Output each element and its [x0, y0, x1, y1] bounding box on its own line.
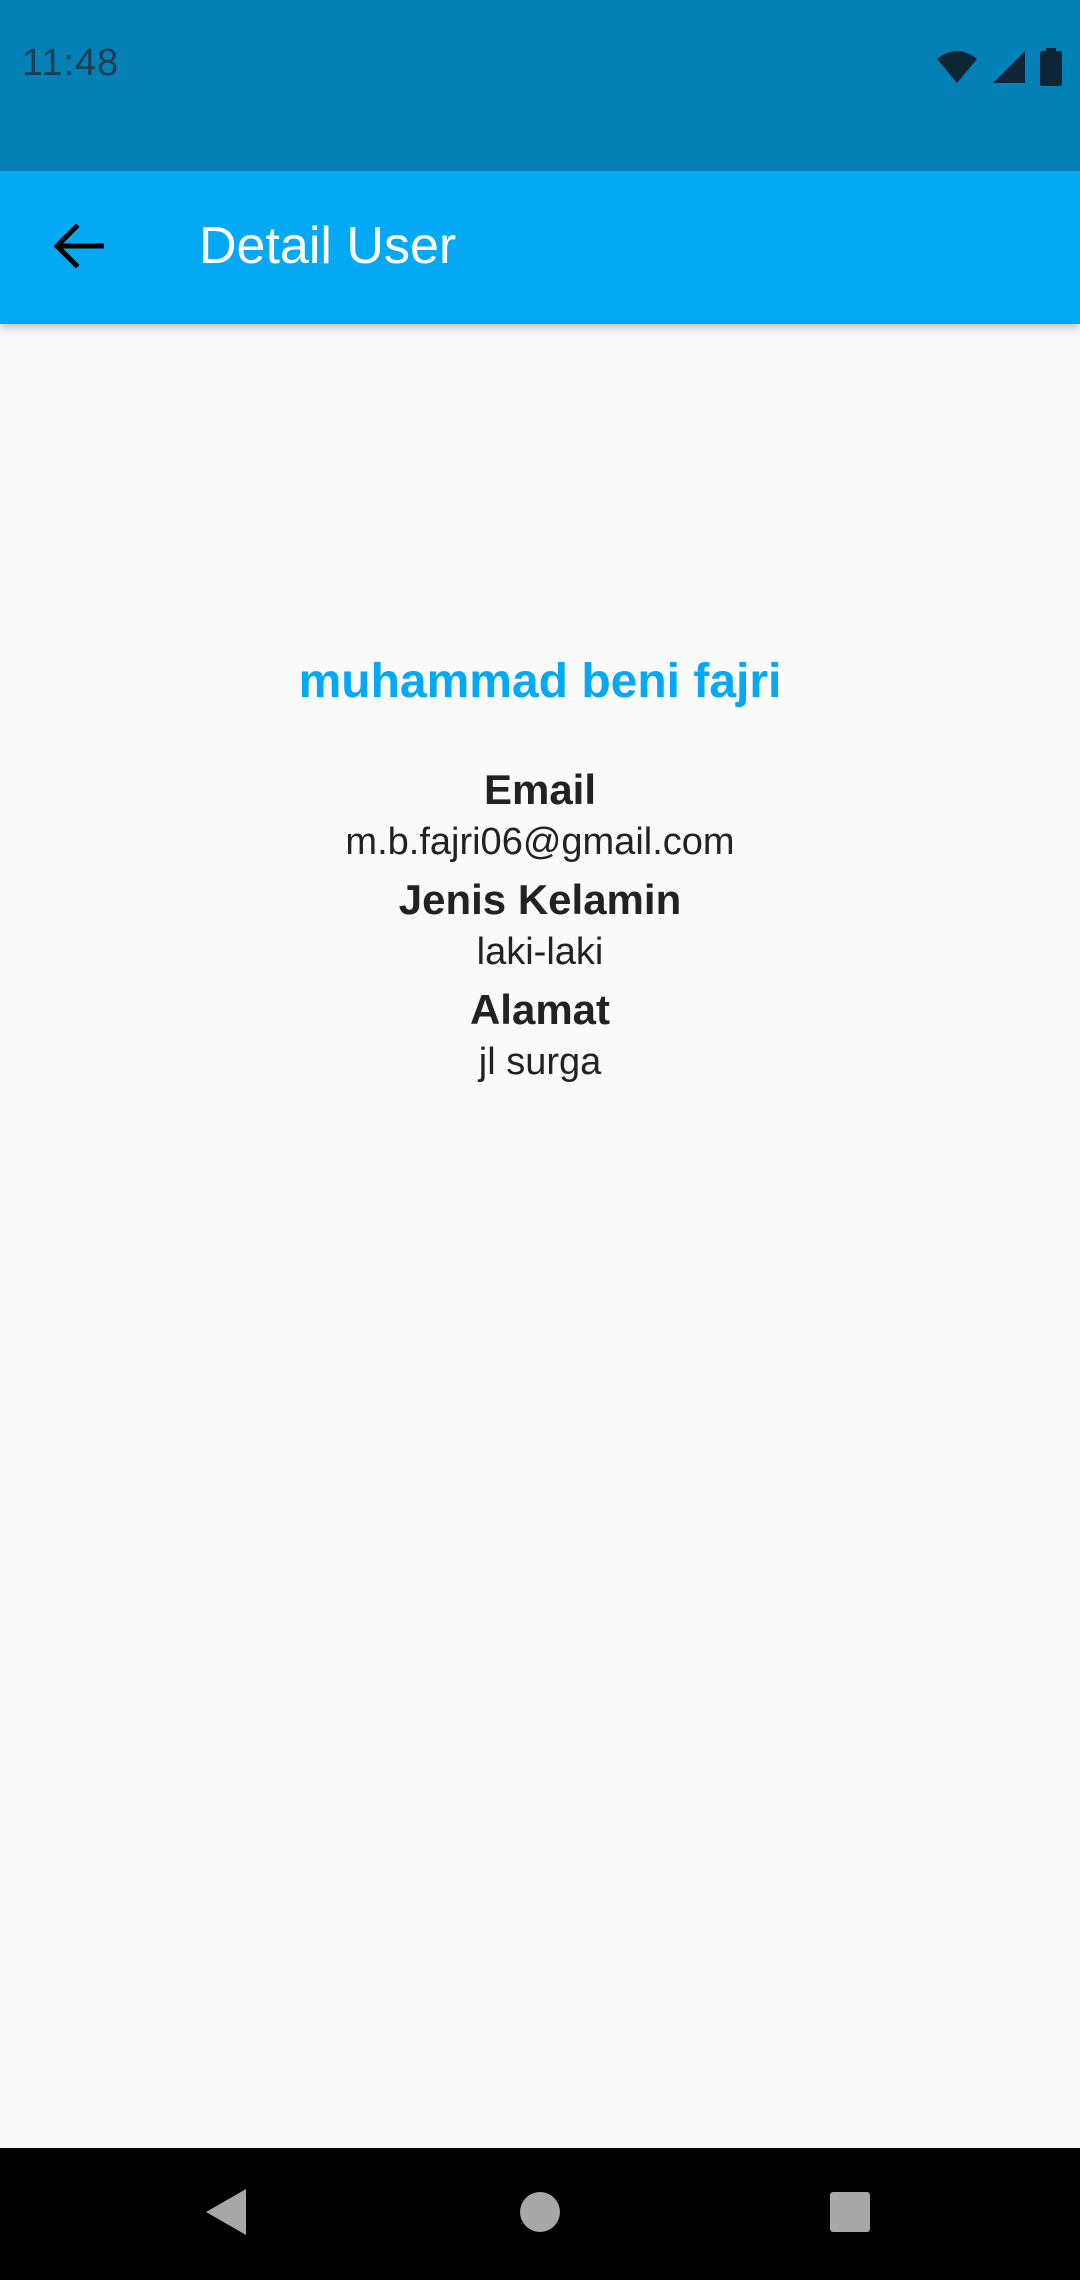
status-time: 11:48: [22, 42, 120, 84]
back-triangle-icon: [204, 2187, 248, 2242]
cell-signal-icon: [992, 50, 1026, 89]
screen: 11:48 Detail User muhammad beni fajri Em…: [0, 0, 1080, 2280]
system-nav-bar: [0, 2148, 1080, 2280]
email-value: m.b.fajri06@gmail.com: [345, 821, 735, 863]
app-bar: Detail User: [0, 171, 1080, 324]
back-button[interactable]: [34, 203, 124, 293]
user-name: muhammad beni fajri: [298, 655, 782, 708]
battery-icon: [1040, 48, 1062, 91]
nav-home-button[interactable]: [500, 2178, 580, 2250]
address-value: jl surga: [478, 1041, 602, 1083]
status-bar: 11:48: [0, 0, 1080, 171]
wifi-icon: [936, 50, 978, 89]
recents-square-icon: [828, 2190, 872, 2239]
email-label: Email: [483, 766, 597, 813]
nav-recents-button[interactable]: [810, 2178, 890, 2250]
arrow-back-icon: [53, 222, 105, 273]
gender-value: laki-laki: [476, 931, 604, 973]
home-circle-icon: [518, 2190, 562, 2239]
status-icons: [936, 48, 1062, 91]
gender-label: Jenis Kelamin: [398, 876, 682, 923]
nav-back-button[interactable]: [186, 2178, 266, 2250]
page-title: Detail User: [199, 217, 457, 275]
address-label: Alamat: [469, 986, 611, 1033]
